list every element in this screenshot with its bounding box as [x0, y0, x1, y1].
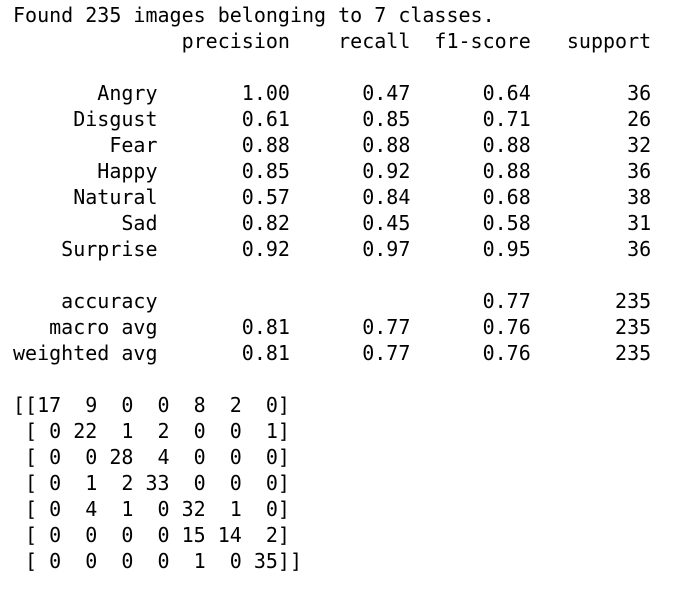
confusion-matrix-row: [[17 9 0 0 8 2 0]	[13, 393, 290, 417]
confusion-matrix-row: [ 0 4 1 0 32 1 0]	[13, 497, 290, 521]
confusion-matrix-row: [ 0 1 2 33 0 0 0]	[13, 471, 290, 495]
report-row-natural: Natural 0.57 0.84 0.68 38	[13, 185, 652, 209]
report-row-surprise: Surprise 0.92 0.97 0.95 36	[13, 237, 652, 261]
summary-row-weighted-avg: weighted avg 0.81 0.77 0.76 235	[13, 341, 652, 365]
report-row-happy: Happy 0.85 0.92 0.88 36	[13, 159, 652, 183]
summary-row-accuracy: accuracy 0.77 235	[13, 289, 652, 313]
confusion-matrix-row: [ 0 22 1 2 0 0 1]	[13, 419, 290, 443]
confusion-matrix-row: [ 0 0 0 0 1 0 35]]	[13, 549, 302, 573]
summary-row-macro-avg: macro avg 0.81 0.77 0.76 235	[13, 315, 652, 339]
report-header: precision recall f1-score support	[13, 29, 652, 53]
found-images-line: Found 235 images belonging to 7 classes.	[13, 3, 495, 27]
confusion-matrix-row: [ 0 0 28 4 0 0 0]	[13, 445, 290, 469]
report-row-sad: Sad 0.82 0.45 0.58 31	[13, 211, 652, 235]
report-row-fear: Fear 0.88 0.88 0.88 32	[13, 133, 652, 157]
report-row-disgust: Disgust 0.61 0.85 0.71 26	[13, 107, 652, 131]
console-output: Found 235 images belonging to 7 classes.…	[13, 2, 651, 574]
report-row-angry: Angry 1.00 0.47 0.64 36	[13, 81, 652, 105]
confusion-matrix-row: [ 0 0 0 0 15 14 2]	[13, 523, 290, 547]
